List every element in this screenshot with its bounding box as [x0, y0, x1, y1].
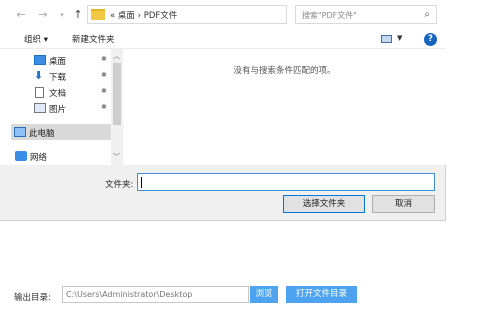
pin-icon[interactable]: ✱ [101, 103, 107, 111]
nav-item-this-pc[interactable]: 此电脑 [11, 124, 112, 140]
nav-item-documents[interactable]: 文档 ✱ [12, 84, 112, 100]
pin-icon[interactable]: ✱ [101, 55, 107, 63]
view-dropdown-icon[interactable]: ▼ [397, 34, 402, 42]
toolbar: 组织 ▾ 新建文件夹 ▼ ? [0, 30, 446, 49]
nav-item-desktop[interactable]: 桌面 ✱ [12, 52, 112, 68]
forward-arrow-icon[interactable]: → [36, 8, 50, 22]
help-icon[interactable]: ? [424, 33, 437, 46]
back-arrow-icon[interactable]: ← [14, 8, 28, 22]
computer-icon [14, 127, 26, 137]
address-row: ← → ▾ ↑ « 桌面 › PDF文件 ▾ ↻ 搜索"PDF文件" ⌕ [0, 0, 446, 30]
nav-item-network[interactable]: 网络 [12, 148, 112, 164]
output-directory-label: 输出目录: [14, 293, 51, 303]
new-folder-button[interactable]: 新建文件夹 [72, 33, 115, 45]
folder-name-label: 文件夹: [105, 180, 134, 190]
download-icon: ⬇ [34, 69, 44, 82]
address-path[interactable]: « 桌面 › PDF文件 [110, 9, 177, 21]
output-path-field[interactable]: C:\Users\Administrator\Desktop [62, 286, 249, 303]
desktop-icon [34, 55, 46, 65]
folder-picker-dialog: ← → ▾ ↑ « 桌面 › PDF文件 ▾ ↻ 搜索"PDF文件" ⌕ 组织 … [0, 0, 446, 221]
file-list-pane[interactable]: 没有与搜索条件匹配的项。 [123, 49, 446, 165]
folder-icon [91, 9, 105, 20]
nav-item-pictures[interactable]: 图片 ✱ [12, 100, 112, 116]
search-box[interactable]: 搜索"PDF文件" ⌕ [295, 5, 437, 24]
nav-item-downloads[interactable]: ⬇ 下载 ✱ [12, 68, 112, 84]
recent-chevron-icon[interactable]: ▾ [55, 8, 69, 22]
nav-scrollbar[interactable]: ︿ ﹀ [111, 49, 123, 165]
scroll-thumb[interactable] [113, 63, 121, 125]
scroll-up-icon[interactable]: ︿ [113, 51, 120, 61]
view-options-icon[interactable] [381, 35, 392, 43]
pin-icon[interactable]: ✱ [101, 87, 107, 95]
scroll-down-icon[interactable]: ﹀ [113, 152, 120, 162]
organize-menu[interactable]: 组织 ▾ [24, 33, 48, 45]
navigation-pane: 桌面 ✱ ⬇ 下载 ✱ 文档 ✱ 图片 ✱ 此电脑 网络 [0, 49, 123, 165]
cancel-button[interactable]: 取消 [372, 195, 435, 213]
picture-icon [34, 103, 46, 113]
open-folder-button[interactable]: 打开文件目录 [286, 286, 357, 303]
document-icon [35, 87, 44, 98]
empty-message: 没有与搜索条件匹配的项。 [233, 66, 336, 76]
text-caret [141, 177, 142, 188]
browse-button[interactable]: 浏览 [250, 286, 278, 303]
folder-name-input[interactable] [137, 173, 435, 191]
up-arrow-icon[interactable]: ↑ [71, 8, 85, 22]
address-bar[interactable]: « 桌面 › PDF文件 ▾ ↻ [87, 5, 369, 27]
network-icon [15, 151, 27, 161]
select-folder-button[interactable]: 选择文件夹 [283, 195, 365, 213]
search-placeholder: 搜索"PDF文件" [302, 11, 357, 20]
pin-icon[interactable]: ✱ [101, 71, 107, 79]
search-icon[interactable]: ⌕ [424, 9, 430, 20]
